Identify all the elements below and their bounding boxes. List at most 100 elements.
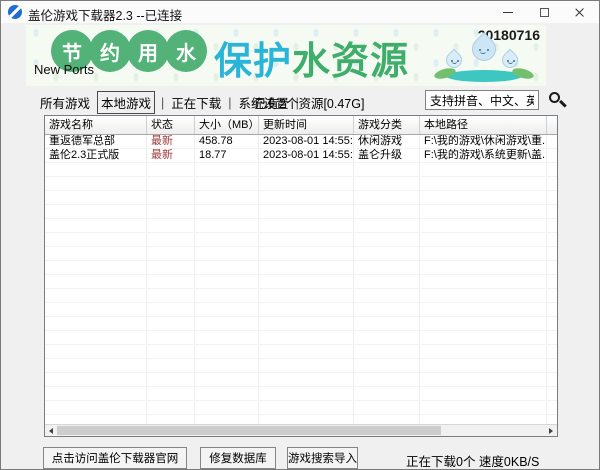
cell-size — [195, 205, 259, 218]
cell-updated — [259, 317, 354, 330]
cell-name — [45, 233, 147, 246]
cell-filler — [547, 247, 557, 260]
slogan-circle: 用 — [127, 30, 169, 72]
cell-path: F:\我的游戏\休闲游戏\重... — [420, 135, 547, 148]
cell-path — [420, 415, 547, 424]
cell-updated — [259, 177, 354, 190]
water-drop-icon — [467, 32, 501, 66]
cell-path — [420, 177, 547, 190]
close-button[interactable] — [564, 1, 594, 23]
cell-name — [45, 373, 147, 386]
table-row-empty — [45, 205, 557, 219]
search-input[interactable] — [425, 90, 539, 110]
cell-name — [45, 303, 147, 316]
cell-size — [195, 191, 259, 204]
cell-size — [195, 177, 259, 190]
cell-status — [147, 289, 195, 302]
cell-updated — [259, 191, 354, 204]
cell-size: 458.78 — [195, 135, 259, 148]
cell-filler — [547, 177, 557, 190]
visit-website-button[interactable]: 点击访问盖伦下载器官网 — [43, 447, 187, 469]
drop-face-icon — [473, 38, 495, 60]
horizontal-scrollbar[interactable] — [45, 424, 557, 436]
scroll-left-icon[interactable] — [45, 425, 57, 436]
cell-filler — [547, 303, 557, 316]
table-row[interactable]: 重返德军总部最新458.782023-08-01 14:55:05休闲游戏F:\… — [45, 135, 557, 149]
column-header-3[interactable]: 大小（MB） — [195, 116, 259, 134]
cell-path — [420, 205, 547, 218]
cell-size — [195, 331, 259, 344]
table-row-empty — [45, 387, 557, 401]
column-header-6[interactable]: 本地路径 — [420, 116, 547, 134]
table-row-empty — [45, 359, 557, 373]
tab-正在下载[interactable]: 正在下载 — [170, 91, 222, 114]
cell-path — [420, 303, 547, 316]
maximize-button[interactable] — [529, 1, 559, 23]
cell-category — [354, 303, 420, 316]
table-row-empty — [45, 401, 557, 415]
cell-size — [195, 387, 259, 400]
cell-updated — [259, 331, 354, 344]
cell-filler — [547, 205, 557, 218]
column-header-5[interactable]: 游戏分类 — [354, 116, 420, 134]
cell-filler — [547, 233, 557, 246]
column-header-filler — [547, 116, 557, 134]
cell-category — [354, 289, 420, 302]
cell-path — [420, 163, 547, 176]
cell-updated — [259, 345, 354, 358]
cell-status — [147, 415, 195, 424]
cell-name — [45, 359, 147, 372]
cell-name — [45, 191, 147, 204]
cell-status — [147, 317, 195, 330]
cell-updated — [259, 163, 354, 176]
game-search-import-button[interactable]: 游戏搜索导入 — [287, 447, 358, 469]
cell-name — [45, 387, 147, 400]
table-row[interactable]: 盖伦2.3正式版最新18.772023-08-01 14:55:03盖仑升级F:… — [45, 149, 557, 163]
minimize-button[interactable] — [493, 1, 523, 23]
table-row-empty — [45, 177, 557, 191]
cell-filler — [547, 163, 557, 176]
minimize-icon — [503, 12, 513, 13]
cell-filler — [547, 149, 557, 162]
column-header-1[interactable]: 游戏名称 — [45, 116, 147, 134]
banner: 节约用水 保护水资源 20180716 — [26, 25, 546, 86]
cell-name — [45, 163, 147, 176]
table-header: 游戏名称状态大小（MB）更新时间游戏分类本地路径 — [45, 116, 557, 135]
scroll-right-icon[interactable] — [545, 425, 557, 436]
cell-path — [420, 317, 547, 330]
cell-category: 休闲游戏 — [354, 135, 420, 148]
drop-face-icon — [503, 53, 517, 67]
column-header-4[interactable]: 更新时间 — [259, 116, 354, 134]
cell-status — [147, 387, 195, 400]
table-row-empty — [45, 191, 557, 205]
table-row-empty — [45, 275, 557, 289]
tab-所有游戏[interactable]: 所有游戏 — [39, 91, 91, 114]
cell-filler — [547, 373, 557, 386]
banner-headline-blue: 保护 — [214, 41, 292, 83]
cell-filler — [547, 275, 557, 288]
cell-updated — [259, 275, 354, 288]
cell-size — [195, 345, 259, 358]
cell-updated — [259, 205, 354, 218]
scrollbar-thumb[interactable] — [57, 426, 441, 435]
cell-updated — [259, 233, 354, 246]
cell-path — [420, 261, 547, 274]
cell-path — [420, 247, 547, 260]
table-row-empty — [45, 163, 557, 177]
cell-status: 最新 — [147, 149, 195, 162]
cell-size — [195, 303, 259, 316]
cell-size — [195, 163, 259, 176]
cell-filler — [547, 345, 557, 358]
cell-status — [147, 219, 195, 232]
cell-size — [195, 289, 259, 302]
column-header-2[interactable]: 状态 — [147, 116, 195, 134]
cell-status — [147, 345, 195, 358]
tab-本地游戏[interactable]: 本地游戏 — [97, 91, 155, 114]
cell-name — [45, 331, 147, 344]
table-row-empty — [45, 373, 557, 387]
cell-status — [147, 275, 195, 288]
repair-database-button[interactable]: 修复数据库 — [200, 447, 276, 469]
search-icon[interactable] — [549, 92, 560, 103]
cell-updated — [259, 219, 354, 232]
cell-category — [354, 317, 420, 330]
